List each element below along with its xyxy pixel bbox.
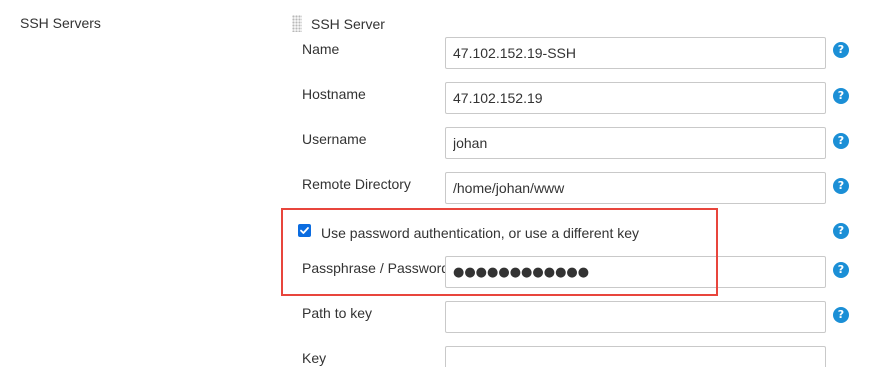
drag-handle-icon[interactable] bbox=[292, 15, 302, 32]
path-to-key-label: Path to key bbox=[302, 305, 373, 321]
path-to-key-input[interactable] bbox=[445, 301, 826, 333]
username-input[interactable] bbox=[445, 127, 826, 159]
name-label: Name bbox=[302, 41, 340, 57]
section-label: SSH Servers bbox=[20, 15, 101, 31]
use-password-auth-help-icon[interactable]: ? bbox=[833, 223, 849, 239]
remote-directory-help-icon[interactable]: ? bbox=[833, 178, 849, 194]
hostname-label: Hostname bbox=[302, 86, 366, 102]
name-input[interactable] bbox=[445, 37, 826, 69]
passphrase-help-icon[interactable]: ? bbox=[833, 262, 849, 278]
username-help-icon[interactable]: ? bbox=[833, 133, 849, 149]
checkmark-icon bbox=[300, 227, 309, 234]
username-label: Username bbox=[302, 131, 367, 147]
passphrase-label: Passphrase / Password bbox=[302, 260, 450, 276]
hostname-input[interactable] bbox=[445, 82, 826, 114]
remote-directory-input[interactable] bbox=[445, 172, 826, 204]
use-password-auth-label[interactable]: Use password authentication, or use a di… bbox=[321, 224, 639, 242]
key-label: Key bbox=[302, 350, 327, 366]
remote-directory-label: Remote Directory bbox=[302, 176, 411, 192]
path-to-key-help-icon[interactable]: ? bbox=[833, 307, 849, 323]
ssh-server-title: SSH Server bbox=[311, 16, 385, 32]
passphrase-input[interactable] bbox=[445, 256, 826, 288]
name-help-icon[interactable]: ? bbox=[833, 42, 849, 58]
key-input[interactable] bbox=[445, 346, 826, 367]
use-password-auth-checkbox[interactable] bbox=[298, 224, 311, 237]
hostname-help-icon[interactable]: ? bbox=[833, 88, 849, 104]
